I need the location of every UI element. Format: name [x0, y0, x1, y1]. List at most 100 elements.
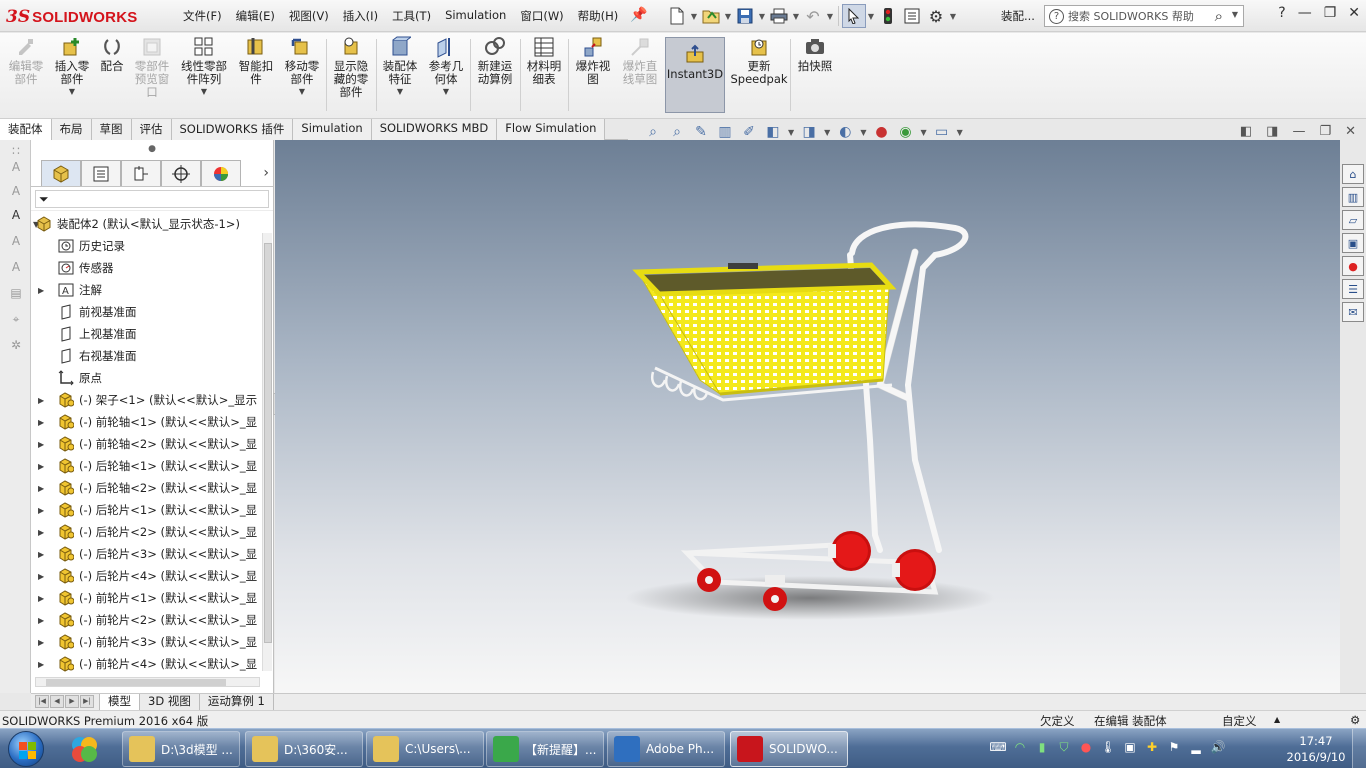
antivirus-plus-icon[interactable]: ✚: [1144, 739, 1160, 755]
split-left-icon[interactable]: ◧: [1240, 124, 1252, 139]
design-library-icon[interactable]: ▥: [1342, 187, 1364, 207]
chevron-down-icon[interactable]: ▼: [689, 12, 699, 21]
chevron-down-icon[interactable]: ▼: [299, 87, 305, 96]
annotation-text-icon[interactable]: A: [7, 208, 25, 226]
menu-view[interactable]: 视图(V): [282, 8, 336, 24]
chevron-down-icon[interactable]: ▼: [397, 87, 403, 96]
menu-tools[interactable]: 工具(T): [385, 8, 438, 24]
geometric-tolerance-icon[interactable]: ✲: [7, 338, 25, 356]
graphics-area[interactable]: [275, 140, 1340, 693]
keyboard-icon[interactable]: ⌨: [989, 739, 1006, 755]
tab-configurationmanager[interactable]: [121, 160, 161, 186]
weld-symbol-icon[interactable]: ▤: [7, 286, 25, 304]
tree-feature-node[interactable]: 原点: [31, 367, 262, 389]
explode-line-sketch-button[interactable]: 爆炸直 线草图: [618, 36, 662, 114]
prev-tab-icon[interactable]: ◀: [50, 694, 64, 708]
rebuild-traffic-light-icon[interactable]: [876, 4, 900, 28]
chevron-down-icon[interactable]: ▼: [723, 12, 733, 21]
chevron-down-icon[interactable]: ▼: [824, 128, 830, 137]
tree-component-node[interactable]: ▶ (-) 前轮片<3> (默认<<默认>_显: [31, 631, 262, 653]
tree-feature-node[interactable]: 上视基准面: [31, 323, 262, 345]
menu-insert[interactable]: 插入(I): [336, 8, 385, 24]
tree-component-node[interactable]: ▶ (-) 架子<1> (默认<<默认>_显示: [31, 389, 262, 411]
tree-component-node[interactable]: ▶ (-) 前轮片<2> (默认<<默认>_显: [31, 609, 262, 631]
view-palette-icon[interactable]: ▣: [1342, 233, 1364, 253]
chevron-down-icon[interactable]: ▼: [1232, 10, 1238, 19]
edit-component-button[interactable]: 编辑零 部件: [4, 36, 48, 114]
last-tab-icon[interactable]: ▶|: [80, 694, 94, 708]
linear-pattern-button[interactable]: 线性零部 件阵列 ▼: [176, 36, 232, 114]
pinned-360-browser[interactable]: [60, 732, 108, 766]
exploded-view-button[interactable]: 爆炸视 图: [570, 36, 616, 114]
new-document-icon[interactable]: [665, 4, 689, 28]
take-snapshot-button[interactable]: 拍快照: [793, 36, 837, 114]
appearances-icon[interactable]: ●: [1342, 256, 1364, 276]
expand-arrow-icon[interactable]: ▶: [38, 396, 44, 405]
expand-arrow-icon[interactable]: ▶: [38, 572, 44, 581]
expand-arrow-icon[interactable]: ▶: [38, 550, 44, 559]
taskbar-window-button[interactable]: 【新提醒】...: [486, 731, 604, 767]
search-input[interactable]: 搜索 SOLIDWORKS 帮助: [1068, 8, 1194, 24]
pin-menu-icon[interactable]: 📌: [630, 7, 647, 23]
chevron-down-icon[interactable]: ▼: [866, 12, 876, 21]
tree-component-node[interactable]: ▶ (-) 后轮轴<2> (默认<<默认>_显: [31, 477, 262, 499]
view-settings-icon[interactable]: ▭: [933, 123, 951, 141]
file-properties-icon[interactable]: [900, 4, 924, 28]
tab-3d-view[interactable]: 3D 视图: [140, 694, 200, 710]
tab-dimxpert[interactable]: [161, 160, 201, 186]
view-orientation-icon[interactable]: ◧: [764, 123, 782, 141]
help-search-box[interactable]: ? 搜索 SOLIDWORKS 帮助 ⌕ ▼: [1044, 5, 1244, 27]
taskbar-window-button[interactable]: Adobe Ph...: [607, 731, 725, 767]
filter-input[interactable]: ⏷: [35, 190, 269, 208]
balloon-icon[interactable]: A: [7, 234, 25, 252]
bom-button[interactable]: 材料明 细表: [522, 36, 566, 114]
tab-flow-simulation[interactable]: Flow Simulation: [497, 119, 606, 140]
options-gear-icon[interactable]: ⚙: [924, 4, 948, 28]
tree-component-node[interactable]: ▶ (-) 前轮轴<2> (默认<<默认>_显: [31, 433, 262, 455]
forum-icon[interactable]: ✉: [1342, 302, 1364, 322]
expand-arrow-icon[interactable]: ▶: [38, 484, 44, 493]
chevron-down-icon[interactable]: ▼: [957, 128, 963, 137]
tree-component-node[interactable]: ▶ (-) 后轮片<1> (默认<<默认>_显: [31, 499, 262, 521]
split-right-icon[interactable]: ◨: [1266, 124, 1278, 139]
menu-simulation[interactable]: Simulation: [438, 8, 513, 24]
search-icon[interactable]: ⌕: [1215, 7, 1223, 25]
tab-solidworks-addins[interactable]: SOLIDWORKS 插件: [171, 119, 294, 140]
note-icon[interactable]: A: [7, 184, 25, 202]
expand-arrow-icon[interactable]: ▶: [38, 440, 44, 449]
tree-component-node[interactable]: ▶ (-) 前轮片<4> (默认<<默认>_显: [31, 653, 262, 675]
expand-arrow-icon[interactable]: ▶: [38, 594, 44, 603]
temperature-icon[interactable]: 🌡: [1100, 739, 1116, 755]
tree-component-node[interactable]: ▶ (-) 后轮片<2> (默认<<默认>_显: [31, 521, 262, 543]
chevron-up-icon[interactable]: ▲: [1274, 715, 1280, 724]
close-icon[interactable]: ✕: [1348, 5, 1360, 21]
tree-component-node[interactable]: ▶ (-) 前轮轴<1> (默认<<默认>_显: [31, 411, 262, 433]
expand-arrow-icon[interactable]: ▶: [38, 462, 44, 471]
scrollbar-thumb[interactable]: [46, 679, 226, 686]
insert-component-button[interactable]: 插入零 部件 ▼: [50, 36, 94, 114]
tab-simulation[interactable]: Simulation: [293, 119, 372, 140]
tree-feature-node[interactable]: 历史记录: [31, 235, 262, 257]
instant3d-button[interactable]: Instant3D: [665, 37, 725, 113]
minimize-icon[interactable]: —: [1292, 124, 1305, 139]
chevron-down-icon[interactable]: ▼: [757, 12, 767, 21]
zoom-to-area-icon[interactable]: ⌕: [668, 123, 686, 141]
zoom-to-fit-icon[interactable]: ⌕: [644, 123, 662, 141]
taskbar-window-button[interactable]: D:\360安...: [245, 731, 363, 767]
chevron-down-icon[interactable]: ▼: [948, 12, 958, 21]
tree-component-node[interactable]: ▶ (-) 后轮片<4> (默认<<默认>_显: [31, 565, 262, 587]
file-explorer-icon[interactable]: ▱: [1342, 210, 1364, 230]
chevron-down-icon[interactable]: ▼: [791, 12, 801, 21]
menu-edit[interactable]: 编辑(E): [229, 8, 282, 24]
open-folder-icon[interactable]: [699, 4, 723, 28]
security-shield-icon[interactable]: ⛉: [1056, 739, 1072, 755]
taskbar-window-button[interactable]: D:\3d模型 ...: [122, 731, 240, 767]
battery-icon[interactable]: ▮: [1034, 739, 1050, 755]
hide-show-items-icon[interactable]: ◐: [836, 123, 854, 141]
restore-icon[interactable]: ❐: [1319, 124, 1331, 139]
tree-vertical-scrollbar[interactable]: [262, 233, 272, 671]
tree-horizontal-scrollbar[interactable]: [35, 677, 260, 687]
previous-view-icon[interactable]: ✎: [692, 123, 710, 141]
tree-feature-node[interactable]: ▶ A 注解: [31, 279, 262, 301]
custom-properties-icon[interactable]: ☰: [1342, 279, 1364, 299]
